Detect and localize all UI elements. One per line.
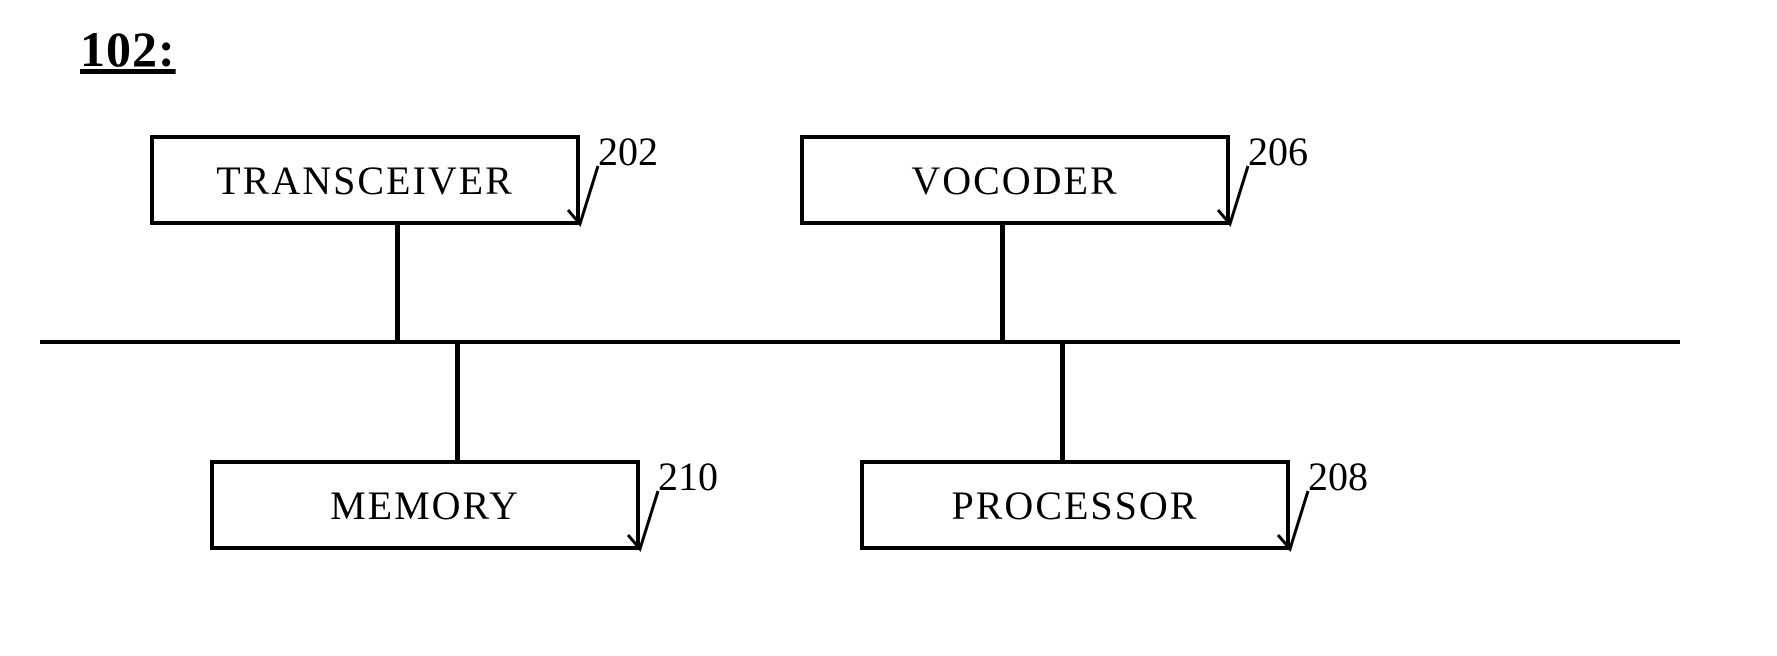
block-memory: MEMORY [210,460,640,550]
block-vocoder: VOCODER [800,135,1230,225]
block-vocoder-label: VOCODER [911,157,1118,204]
block-diagram: 102: TRANSCEIVER 202 VOCODER 206 MEMORY … [0,0,1777,656]
tick-vocoder [1218,166,1258,226]
block-processor-label: PROCESSOR [952,482,1199,529]
connector-transceiver [395,225,400,342]
bus-line [40,340,1680,344]
tick-memory [628,491,668,551]
block-transceiver: TRANSCEIVER [150,135,580,225]
block-transceiver-label: TRANSCEIVER [216,157,514,204]
connector-processor [1060,342,1065,462]
tick-processor [1278,491,1318,551]
diagram-title: 102: [80,20,176,78]
connector-vocoder [1000,225,1005,342]
tick-transceiver [568,166,608,226]
connector-memory [455,342,460,462]
block-memory-label: MEMORY [330,482,520,529]
block-processor: PROCESSOR [860,460,1290,550]
